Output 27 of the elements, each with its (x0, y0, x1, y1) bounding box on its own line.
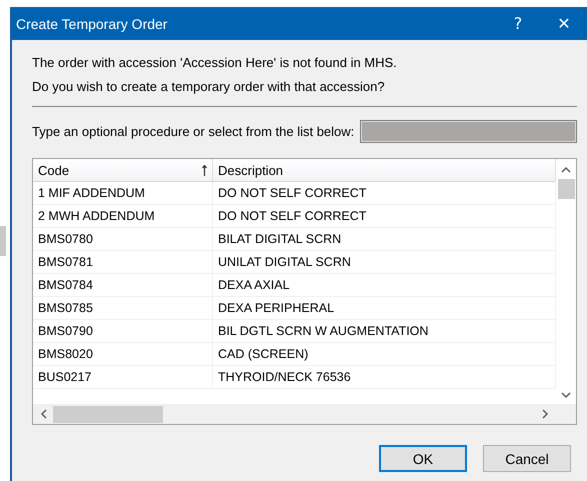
table-cell: 2 MWH ADDENDUM (33, 205, 213, 227)
table-cell: BUS0217 (33, 366, 213, 388)
table-cell: BMS0785 (33, 297, 213, 319)
table-cell: BMS8020 (33, 343, 213, 365)
scroll-left-icon[interactable] (39, 409, 49, 419)
table-cell: BMS0790 (33, 320, 213, 342)
help-button[interactable]: ? (495, 7, 541, 40)
window-title: Create Temporary Order (16, 16, 168, 32)
column-header[interactable]: Code (33, 159, 213, 181)
table-cell: BMS0780 (33, 228, 213, 250)
window-edge (0, 226, 6, 256)
procedure-label: Type an optional procedure or select from the list below: (32, 124, 354, 139)
scrollbar-corner (556, 404, 576, 424)
message-text: The order with accession 'Accession Here' is not found in MHS. (32, 54, 398, 72)
scroll-up-icon[interactable] (561, 165, 571, 175)
scroll-thumb[interactable] (558, 179, 574, 199)
horizontal-scrollbar[interactable] (33, 404, 556, 424)
table-cell: BMS0781 (33, 251, 213, 273)
cancel-button[interactable]: Cancel (483, 445, 571, 472)
scroll-thumb[interactable] (53, 406, 163, 422)
close-button[interactable]: ✕ (541, 7, 587, 40)
message-text: Do you wish to create a temporary order with that accession? (32, 78, 386, 96)
scroll-down-icon[interactable] (561, 390, 571, 400)
table-cell: 1 MIF ADDENDUM (33, 182, 213, 204)
ok-button[interactable]: OK (379, 445, 467, 472)
scroll-right-icon[interactable] (540, 409, 550, 419)
table-cell: BMS0784 (33, 274, 213, 296)
